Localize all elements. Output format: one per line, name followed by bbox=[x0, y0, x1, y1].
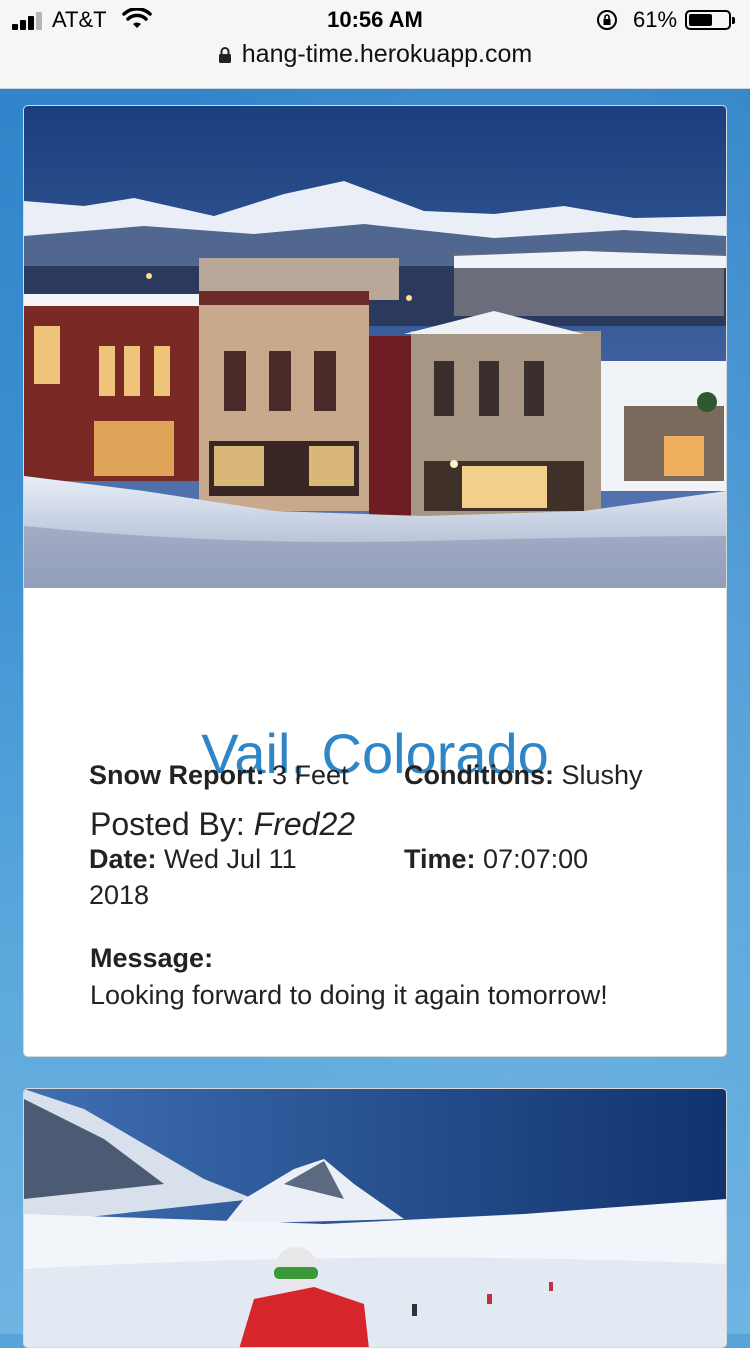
time-value: 07:07:00 bbox=[483, 844, 589, 874]
post-card: Vail, Colorado Posted By: Fred22 Snow Re… bbox=[23, 105, 727, 1057]
battery-percentage: 61% bbox=[633, 7, 678, 32]
message-label: Message: bbox=[90, 943, 214, 973]
posted-by: Posted By: Fred22 bbox=[90, 806, 355, 843]
snow-report: Snow Report: 3 Feet bbox=[89, 757, 359, 793]
snow-report-label: Snow Report: bbox=[89, 760, 265, 790]
rotation-lock-icon bbox=[597, 10, 617, 30]
post-author: Fred22 bbox=[253, 806, 356, 842]
url-text[interactable]: hang-time.herokuapp.com bbox=[242, 40, 532, 69]
padlock-icon bbox=[218, 46, 231, 63]
message-text: Looking forward to doing it again tomorr… bbox=[90, 980, 608, 1010]
post-card bbox=[23, 1088, 727, 1348]
posted-by-label: Posted By: bbox=[90, 806, 245, 842]
battery-fill bbox=[689, 14, 712, 26]
date-label: Date: bbox=[89, 844, 157, 874]
snow-report-value: 3 Feet bbox=[272, 760, 349, 790]
post-date: Date: Wed Jul 11 2018 bbox=[89, 841, 359, 913]
skier-photo bbox=[24, 1089, 726, 1347]
post-time: Time: 07:07:00 bbox=[404, 841, 704, 877]
conditions-label: Conditions: bbox=[404, 760, 554, 790]
status-bar: AT&T 10:56 AM 61% bbox=[0, 0, 750, 40]
conditions-value: Slushy bbox=[561, 760, 643, 790]
battery-icon bbox=[685, 10, 735, 30]
address-bar[interactable]: hang-time.herokuapp.com bbox=[0, 40, 750, 76]
conditions: Conditions: Slushy bbox=[404, 757, 704, 793]
resort-photo bbox=[24, 106, 726, 588]
time-label: Time: bbox=[404, 844, 476, 874]
browser-chrome: AT&T 10:56 AM 61% hang-time.herokuapp.co… bbox=[0, 0, 750, 89]
